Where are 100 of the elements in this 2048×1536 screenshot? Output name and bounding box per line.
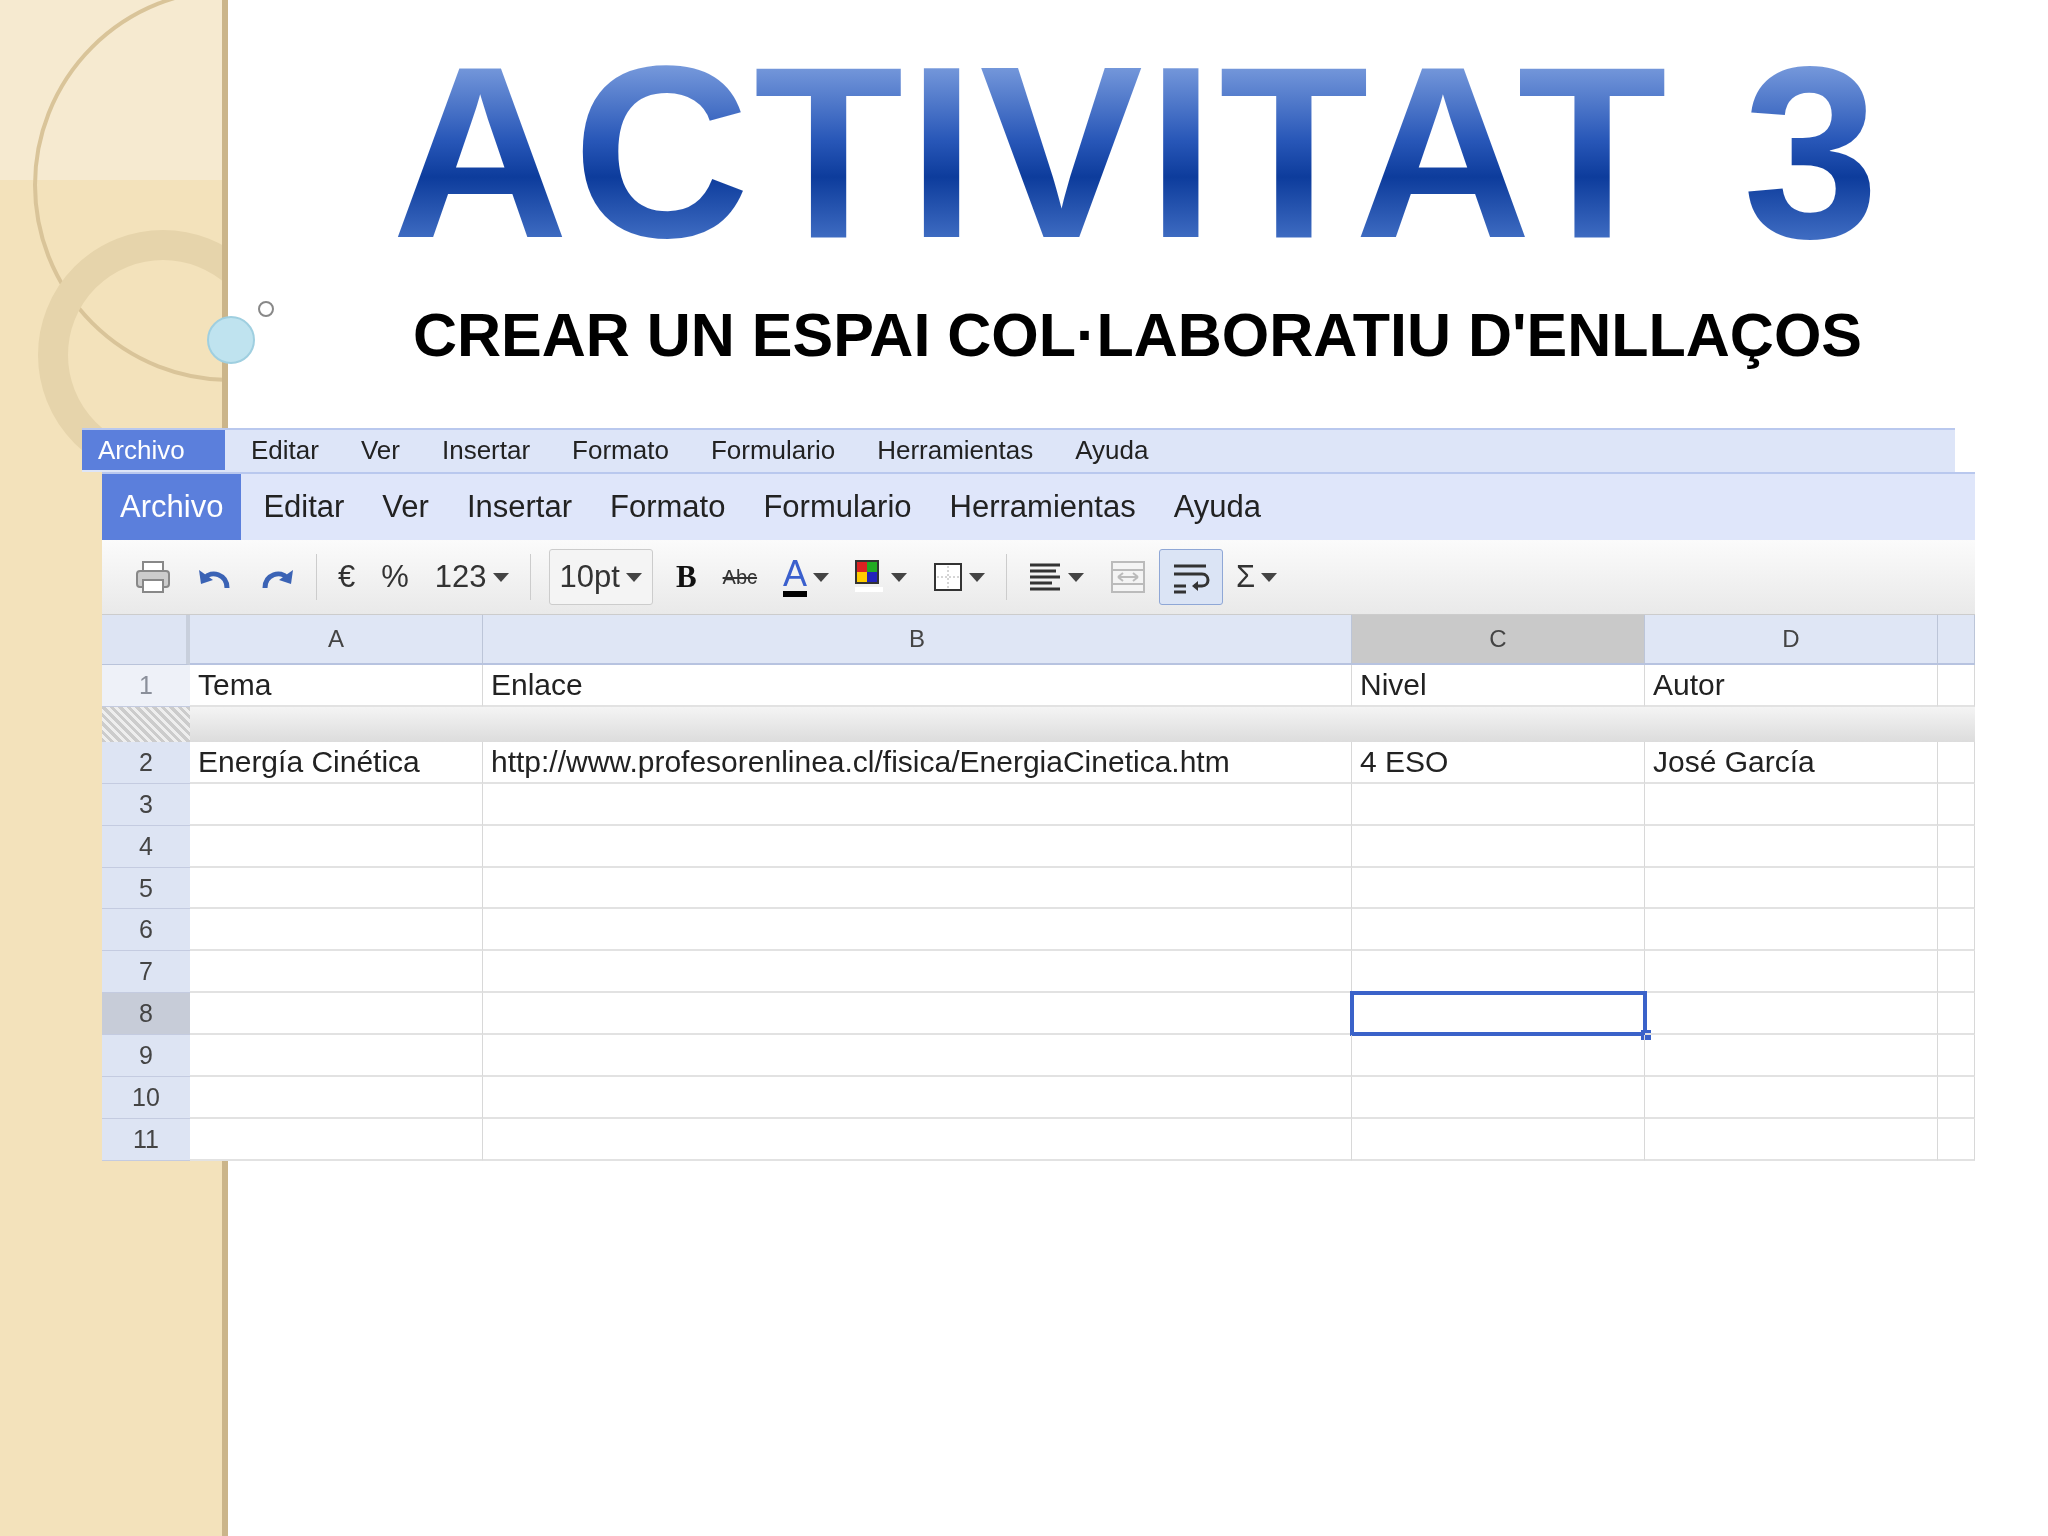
table-cell[interactable] — [190, 1035, 483, 1077]
menu-item[interactable]: Herramientas — [861, 430, 1050, 470]
table-cell[interactable] — [483, 825, 1352, 868]
strikethrough-button[interactable]: Abc — [709, 549, 771, 605]
table-cell[interactable] — [1352, 1077, 1645, 1119]
table-cell[interactable] — [1645, 783, 1938, 826]
merge-cells-icon — [1110, 560, 1147, 594]
row-header[interactable]: 4 — [102, 825, 190, 868]
printer-icon — [135, 560, 171, 594]
borders-icon — [933, 562, 964, 592]
align-icon — [1028, 561, 1063, 593]
table-cell[interactable] — [483, 783, 1352, 826]
table-cell[interactable]: José García — [1645, 741, 1938, 784]
table-cell[interactable] — [190, 783, 483, 826]
row-header[interactable]: 11 — [102, 1118, 190, 1161]
row-header[interactable]: 7 — [102, 951, 190, 994]
menu-item[interactable]: Ayuda — [1157, 474, 1277, 540]
table-cell[interactable] — [483, 1077, 1352, 1119]
menu-item[interactable]: Archivo — [102, 474, 242, 540]
table-cell[interactable] — [483, 951, 1352, 994]
table-cell[interactable] — [1352, 825, 1645, 868]
menu-item[interactable]: Formato — [556, 430, 685, 470]
table-cell[interactable] — [1938, 951, 1975, 994]
row-header[interactable]: 2 — [102, 741, 190, 784]
menu-item[interactable]: Editar — [247, 474, 361, 540]
menu-item[interactable]: Ver — [366, 474, 445, 540]
menu-item[interactable]: Insertar — [425, 430, 547, 470]
table-cell[interactable] — [1645, 993, 1938, 1036]
table-cell[interactable] — [1645, 1118, 1938, 1161]
column-header[interactable]: D — [1645, 615, 1938, 665]
toolbar-button[interactable]: 123 — [421, 549, 522, 605]
table-cell[interactable] — [190, 867, 483, 910]
toolbar-button[interactable]: % — [368, 549, 422, 605]
wrap-button[interactable] — [1159, 549, 1224, 605]
table-cell[interactable] — [1938, 993, 1975, 1036]
menu-item[interactable]: Editar — [235, 430, 335, 470]
table-cell[interactable] — [1645, 1035, 1938, 1077]
table-cell[interactable] — [1352, 1118, 1645, 1161]
table-cell[interactable]: http://www.profesorenlinea.cl/fisica/EnergiaCinetica.htm — [483, 741, 1352, 784]
table-cell[interactable] — [1352, 867, 1645, 910]
menu-item[interactable]: Formulario — [747, 474, 928, 540]
freeze-handle[interactable] — [102, 706, 190, 742]
bold-button[interactable]: B — [662, 549, 710, 605]
caret-icon — [813, 572, 830, 582]
table-cell[interactable] — [483, 909, 1352, 952]
menu-item[interactable]: Ayuda — [1059, 430, 1165, 470]
table-cell[interactable] — [1352, 1035, 1645, 1077]
text-color-button[interactable]: A — [770, 549, 843, 605]
color-grid-icon — [855, 560, 886, 594]
column-header[interactable] — [1938, 615, 1975, 665]
table-cell[interactable] — [483, 867, 1352, 910]
table-cell[interactable] — [1938, 741, 1975, 784]
table-cell[interactable]: 4 ESO — [1352, 741, 1645, 784]
table-cell[interactable] — [1938, 1118, 1975, 1161]
menu-item[interactable]: Herramientas — [933, 474, 1152, 540]
table-cell[interactable] — [1938, 1077, 1975, 1119]
menu-item[interactable]: Ver — [344, 430, 416, 470]
table-cell[interactable] — [1938, 783, 1975, 826]
table-cell[interactable] — [1938, 825, 1975, 868]
table-cell[interactable] — [1645, 1077, 1938, 1119]
table-cell[interactable] — [1645, 951, 1938, 994]
table-cell[interactable] — [190, 993, 483, 1036]
row-header[interactable]: 5 — [102, 867, 190, 910]
table-cell[interactable] — [190, 1118, 483, 1161]
row-header[interactable]: 6 — [102, 909, 190, 952]
toolbar-button[interactable]: Σ — [1223, 549, 1291, 605]
table-cell[interactable] — [190, 951, 483, 994]
table-cell[interactable] — [1352, 909, 1645, 952]
table-cell[interactable] — [190, 825, 483, 868]
table-cell[interactable] — [483, 1035, 1352, 1077]
table-cell[interactable] — [483, 1118, 1352, 1161]
font-size-dropdown[interactable]: 10pt — [548, 549, 653, 605]
row-header[interactable]: 3 — [102, 783, 190, 826]
menu-item[interactable]: Insertar — [450, 474, 588, 540]
caret-icon — [625, 572, 642, 582]
table-cell[interactable] — [1645, 825, 1938, 868]
table-cell[interactable] — [1938, 909, 1975, 952]
row-header[interactable]: 9 — [102, 1035, 190, 1077]
caret-icon — [891, 572, 908, 582]
menu-item[interactable]: Formato — [594, 474, 742, 540]
column-header[interactable]: C — [1352, 615, 1645, 665]
toolbar-button[interactable]: € — [325, 549, 369, 605]
table-cell[interactable] — [190, 909, 483, 952]
table-cell[interactable] — [1938, 867, 1975, 910]
menu-item[interactable]: Archivo — [82, 430, 225, 470]
caret-icon — [1068, 572, 1085, 582]
row-header[interactable]: 8 — [102, 993, 190, 1036]
caret-icon — [492, 572, 509, 582]
table-cell[interactable] — [1352, 783, 1645, 826]
row-header[interactable]: 10 — [102, 1077, 190, 1119]
column-header[interactable]: A — [190, 615, 483, 665]
table-cell[interactable] — [190, 1077, 483, 1119]
table-cell[interactable] — [1645, 909, 1938, 952]
table-cell[interactable]: Energía Cinética — [190, 741, 483, 784]
column-header[interactable]: B — [483, 615, 1352, 665]
caret-icon — [969, 572, 986, 582]
table-cell[interactable] — [1938, 1035, 1975, 1077]
table-cell[interactable] — [1645, 867, 1938, 910]
menu-item[interactable]: Formulario — [694, 430, 852, 470]
caret-icon — [1261, 572, 1278, 582]
